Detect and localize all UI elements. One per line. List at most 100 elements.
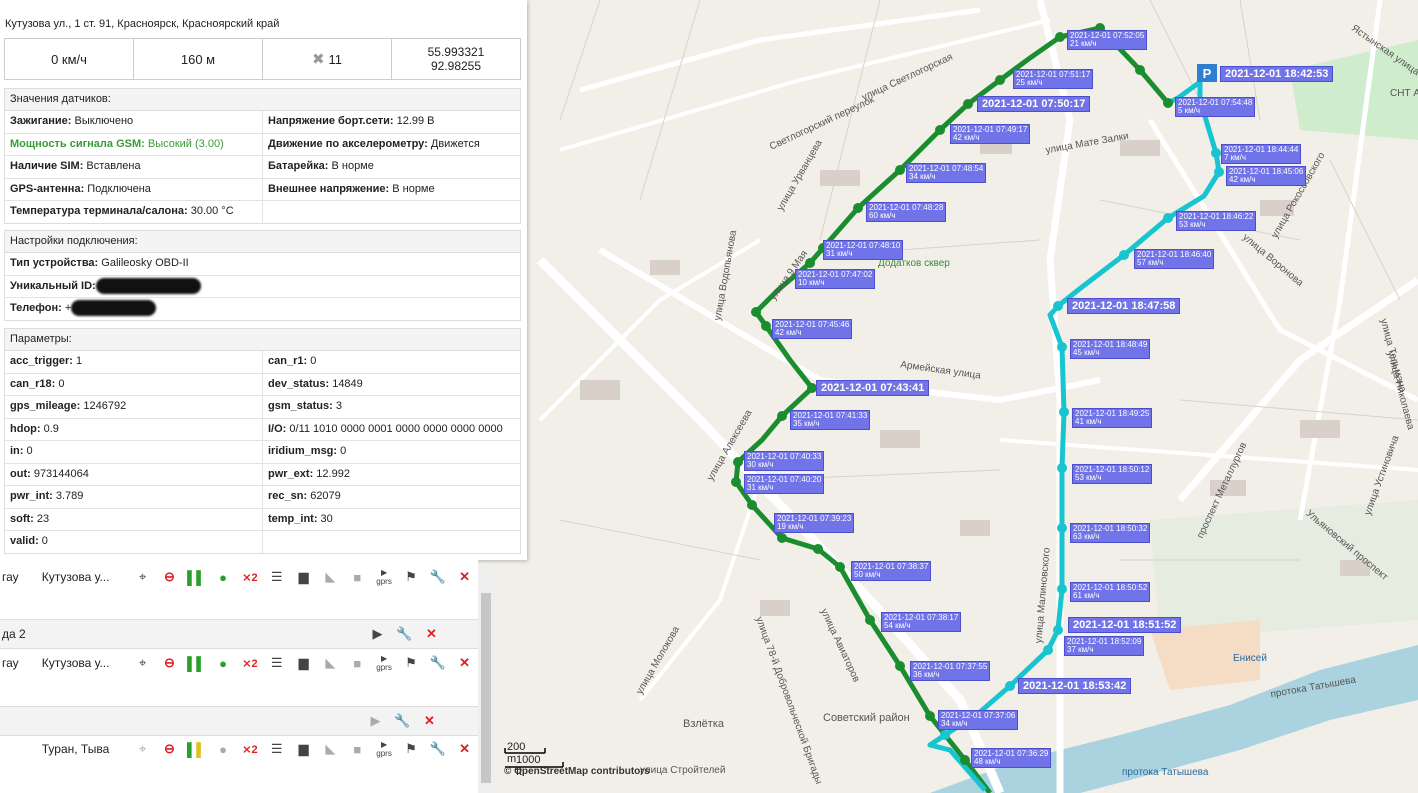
track-point-label[interactable]: 2021-12-01 18:50:32 63 км/ч [1070, 523, 1151, 543]
group-header[interactable]: да 2 ▶ 🔧 ✕ [0, 619, 478, 649]
group-header[interactable]: ▶ 🔧 ✕ [0, 706, 478, 736]
area-label: СНТ А [1390, 88, 1418, 99]
flag-icon[interactable]: ⚑ [397, 741, 424, 757]
chart-icon[interactable]: ▆ [290, 569, 317, 585]
connection-title: Настройки подключения: [5, 231, 520, 253]
group-name: да 2 [2, 627, 26, 641]
ignition-icon[interactable]: ⨯2 [237, 743, 264, 756]
track-point-label[interactable]: 2021-12-01 07:40:20 31 км/ч [744, 474, 825, 494]
track-point-label[interactable]: 2021-12-01 07:54:48 5 км/ч [1175, 97, 1256, 117]
stop-label[interactable]: 2021-12-01 18:47:58 [1067, 298, 1181, 314]
crosshair-icon[interactable]: ⌖ [129, 569, 156, 585]
crosshair-icon[interactable]: ⌖ [129, 741, 156, 757]
area-chart-icon[interactable]: ◣ [317, 741, 344, 757]
close-icon[interactable]: ✕ [451, 655, 478, 671]
street-label: Енисей [1233, 653, 1267, 664]
satellite-icon: ✖ [311, 51, 325, 68]
track-point-label[interactable]: 2021-12-01 07:41:33 35 км/ч [790, 410, 871, 430]
speed-value: 0 км/ч [5, 39, 134, 79]
play-icon[interactable]: ▶ [364, 626, 391, 642]
close-icon[interactable]: ✕ [416, 713, 443, 729]
wrench-icon[interactable]: 🔧 [424, 741, 451, 757]
track-point-label[interactable]: 2021-12-01 07:48:54 34 км/ч [906, 163, 987, 183]
object-address: Туран, Тыва [41, 742, 110, 756]
list-item[interactable]: гау Кутузова у... ⌖ ⊖ ▌▌ ● ⨯2 ☰ ▆ ◣ ■ ▶ g… [0, 649, 478, 677]
flag-icon[interactable]: ⚑ [397, 655, 424, 671]
wrench-icon[interactable]: 🔧 [424, 569, 451, 585]
area-chart-icon[interactable]: ◣ [317, 569, 344, 585]
gprs-icon[interactable]: ▶ gprs [371, 568, 398, 586]
stop-label[interactable]: 2021-12-01 18:51:52 [1068, 617, 1182, 633]
address: Кутузова ул., 1 ст. 91, Красноярск, Крас… [5, 18, 280, 30]
list-item[interactable]: Туран, Тыва ⌖ ⊖ ▌▌ ● ⨯2 ☰ ▆ ◣ ■ ▶ gprs ⚑ … [0, 735, 478, 763]
track-point-label[interactable]: 2021-12-01 18:50:52 61 км/ч [1070, 582, 1151, 602]
track-point-label[interactable]: 2021-12-01 07:49:17 42 км/ч [950, 124, 1031, 144]
chart-icon[interactable]: ▆ [290, 655, 317, 671]
track-point-label[interactable]: 2021-12-01 07:40:33 30 км/ч [744, 451, 825, 471]
signal-bars-icon[interactable]: ▌▌ [183, 656, 210, 671]
close-icon[interactable]: ✕ [451, 569, 478, 585]
stop-label[interactable]: 2021-12-01 07:43:41 [816, 380, 930, 396]
track-point-label[interactable]: 2021-12-01 18:45:06 42 км/ч [1226, 166, 1307, 186]
list-scrollbar[interactable] [478, 563, 494, 793]
track-point-label[interactable]: 2021-12-01 07:39:23 19 км/ч [774, 513, 855, 533]
list-icon[interactable]: ☰ [263, 655, 290, 671]
altitude-value: 160 м [134, 39, 263, 79]
track-point-label[interactable]: 2021-12-01 07:48:10 31 км/ч [823, 240, 904, 260]
status-dot-icon[interactable]: ● [210, 656, 237, 671]
track-point-label[interactable]: 2021-12-01 18:44:44 7 км/ч [1221, 144, 1302, 164]
signal-bars-icon[interactable]: ▌▌ [183, 742, 210, 757]
stop-icon[interactable]: ⊖ [156, 741, 183, 757]
wrench-icon[interactable]: 🔧 [424, 655, 451, 671]
track-point-label[interactable]: 2021-12-01 07:47:02 10 км/ч [795, 269, 876, 289]
close-icon[interactable]: ✕ [418, 626, 445, 642]
object-name: гау [2, 570, 19, 584]
chart-icon[interactable]: ▆ [290, 741, 317, 757]
status-dot-icon[interactable]: ● [210, 570, 237, 585]
district-label: Взлётка [683, 718, 725, 730]
gprs-icon[interactable]: ▶ gprs [371, 740, 398, 758]
track-point-label[interactable]: 2021-12-01 18:46:22 53 км/ч [1176, 211, 1257, 231]
signal-bars-icon[interactable]: ▌▌ [183, 570, 210, 585]
ignition-icon[interactable]: ⨯2 [237, 571, 264, 584]
stop-label[interactable]: 2021-12-01 18:42:53 [1220, 66, 1334, 82]
track-point-label[interactable]: 2021-12-01 18:49:25 41 км/ч [1072, 408, 1153, 428]
list-icon[interactable]: ☰ [263, 569, 290, 585]
object-address: Кутузова у... [41, 570, 110, 584]
gprs-icon[interactable]: ▶ gprs [371, 654, 398, 672]
track-point-label[interactable]: 2021-12-01 07:38:37 50 км/ч [851, 561, 932, 581]
list-icon[interactable]: ☰ [263, 741, 290, 757]
camera-icon[interactable]: ■ [344, 656, 371, 671]
track-point-label[interactable]: 2021-12-01 07:45:46 42 км/ч [772, 319, 853, 339]
crosshair-icon[interactable]: ⌖ [129, 655, 156, 671]
track-point-label[interactable]: 2021-12-01 18:48:49 45 км/ч [1070, 339, 1151, 359]
camera-icon[interactable]: ■ [344, 570, 371, 585]
track-point-label[interactable]: 2021-12-01 07:51:17 25 км/ч [1013, 69, 1094, 89]
play-icon[interactable]: ▶ [362, 713, 389, 729]
track-point-label[interactable]: 2021-12-01 18:46:40 57 км/ч [1134, 249, 1215, 269]
track-point-label[interactable]: 2021-12-01 18:50:12 53 км/ч [1072, 464, 1153, 484]
track-point-label[interactable]: 2021-12-01 07:48:28 60 км/ч [866, 202, 947, 222]
list-item[interactable]: гау Кутузова у... ⌖ ⊖ ▌▌ ● ⨯2 ☰ ▆ ◣ ■ ▶ g… [0, 563, 478, 591]
stop-label[interactable]: 2021-12-01 18:53:42 [1018, 678, 1132, 694]
wrench-icon[interactable]: 🔧 [391, 626, 418, 642]
object-info-popup: Кутузова ул., 1 ст. 91, Красноярск, Крас… [0, 0, 527, 560]
ignition-icon[interactable]: ⨯2 [237, 657, 264, 670]
track-point-label[interactable]: 2021-12-01 07:37:55 36 км/ч [910, 661, 991, 681]
track-point-label[interactable]: 2021-12-01 07:38:17 54 км/ч [881, 612, 962, 632]
map-attribution[interactable]: © OpenStreetMap contributors [504, 766, 650, 777]
track-point-label[interactable]: 2021-12-01 07:36:29 48 км/ч [971, 748, 1052, 768]
area-chart-icon[interactable]: ◣ [317, 655, 344, 671]
close-icon[interactable]: ✕ [451, 741, 478, 757]
track-point-label[interactable]: 2021-12-01 07:37:06 34 км/ч [938, 710, 1019, 730]
track-point-label[interactable]: 2021-12-01 18:52:09 37 км/ч [1064, 636, 1145, 656]
stop-icon[interactable]: ⊖ [156, 655, 183, 671]
flag-icon[interactable]: ⚑ [397, 569, 424, 585]
camera-icon[interactable]: ■ [344, 742, 371, 757]
wrench-icon[interactable]: 🔧 [389, 713, 416, 729]
stop-icon[interactable]: ⊖ [156, 569, 183, 585]
track-point-label[interactable]: 2021-12-01 07:52:05 21 км/ч [1067, 30, 1148, 50]
stop-label[interactable]: 2021-12-01 07:50:17 [977, 96, 1091, 112]
status-dot-icon[interactable]: ● [210, 742, 237, 757]
scrollbar-thumb[interactable] [481, 593, 491, 783]
